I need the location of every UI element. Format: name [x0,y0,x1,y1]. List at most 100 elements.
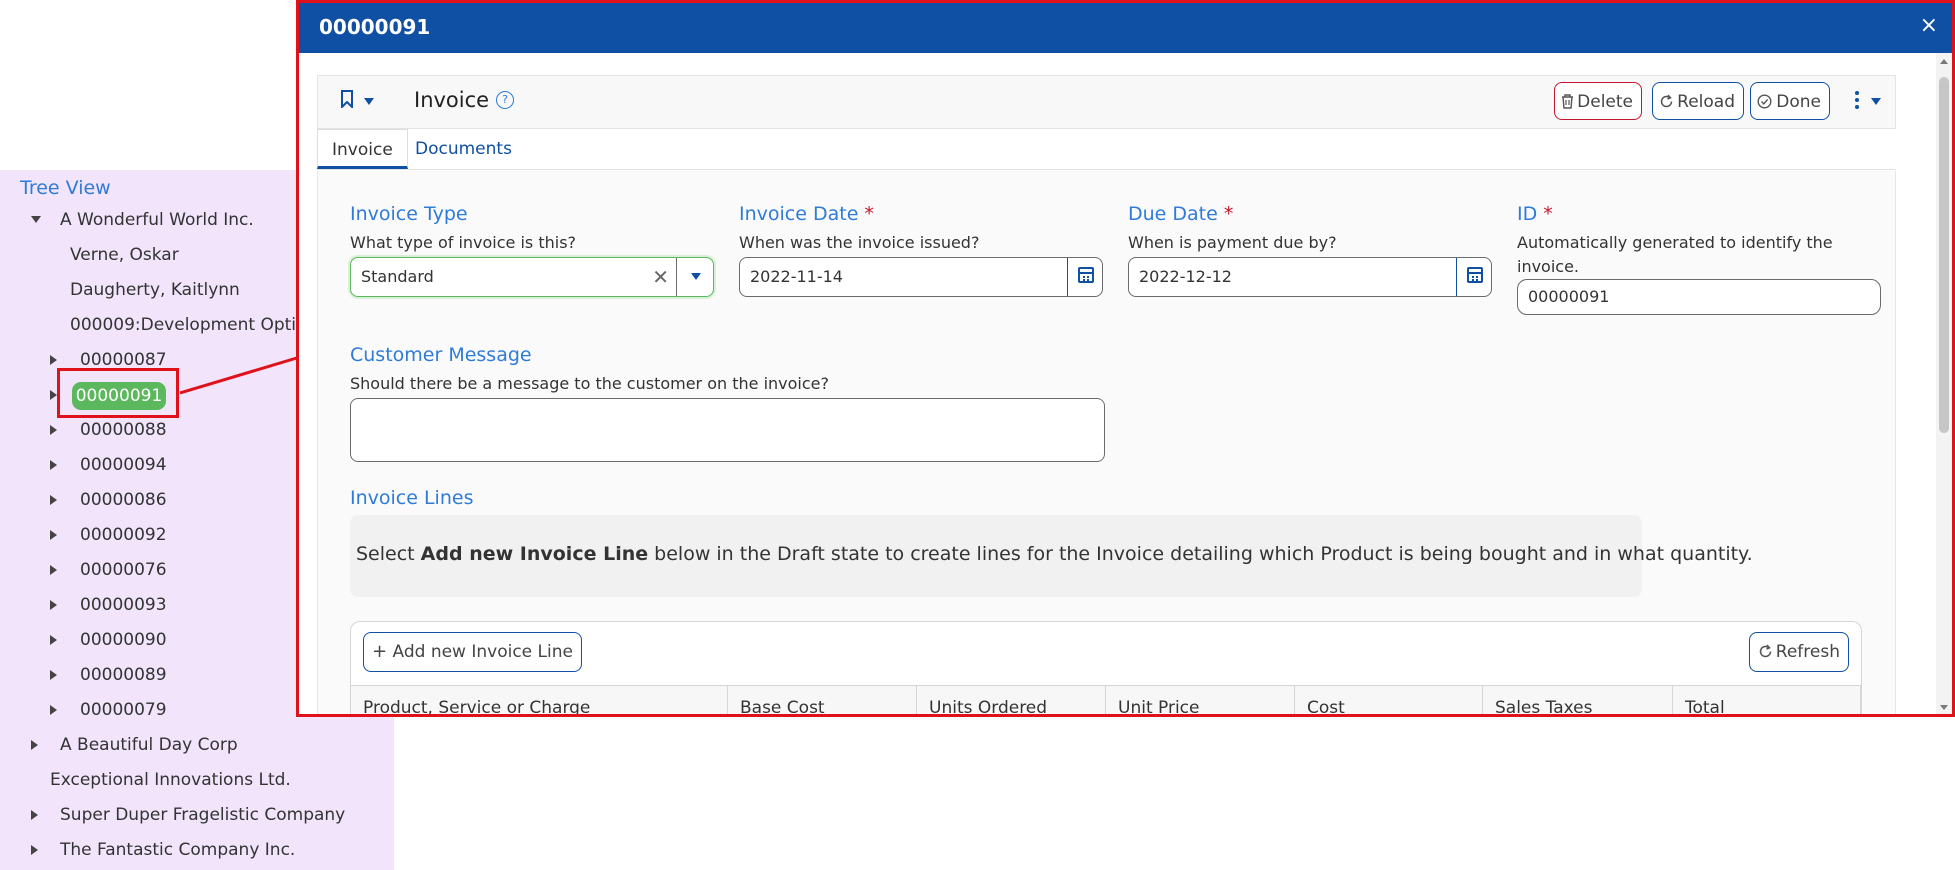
help-icon[interactable]: ? [496,91,514,109]
invoice-lines-info-text: Select Add new Invoice Line below in the… [356,543,1753,565]
due-date-label: Due Date * [1128,203,1233,225]
record-toolbar: Invoice ? Delete Reload Done [317,75,1896,129]
expand-caret-icon[interactable] [50,425,57,435]
scroll-up-icon[interactable] [1940,59,1948,64]
tree-node-company[interactable]: Super Duper Fragelistic Company [60,801,345,829]
reload-icon [1660,94,1673,108]
invoice-form: Invoice Type What type of invoice is thi… [317,171,1896,714]
expand-caret-icon[interactable] [50,600,57,610]
invoice-lines-label: Invoice Lines [350,487,474,509]
invoice-dialog: 00000091 × Invoice ? Delete Reload Done … [296,0,1955,717]
expand-caret-icon[interactable] [50,670,57,680]
bookmark-dropdown-icon[interactable] [364,98,374,105]
dropdown-caret-icon[interactable] [691,273,701,280]
customer-message-label: Customer Message [350,344,532,366]
collapse-caret-icon[interactable] [31,216,41,223]
dialog-body: Invoice ? Delete Reload Done Invoice Doc… [299,53,1936,714]
tree-node-company[interactable]: Exceptional Innovations Ltd. [50,766,291,794]
tree-node-root[interactable]: A Wonderful World Inc. [60,206,254,234]
select-divider [676,258,677,296]
due-date-value: 2022-12-12 [1139,267,1232,286]
expand-caret-icon[interactable] [50,530,57,540]
tree-node-invoice[interactable]: 00000093 [80,591,167,619]
invoice-type-value: Standard [361,267,434,286]
add-invoice-line-label: Add new Invoice Line [392,642,573,662]
clear-icon[interactable]: ✕ [652,258,669,296]
expand-caret-icon[interactable] [50,635,57,645]
info-bold: Add new Invoice Line [420,543,649,565]
customer-message-help: Should there be a message to the custome… [350,374,829,393]
column-header-sales-taxes[interactable]: Sales Taxes [1483,686,1673,714]
invoice-date-input[interactable]: 2022-11-14 [739,257,1103,297]
calendar-divider [1456,258,1457,296]
required-marker: * [1543,203,1553,225]
expand-caret-icon[interactable] [50,495,57,505]
id-label-text: ID [1517,203,1538,225]
expand-caret-icon[interactable] [31,810,38,820]
due-date-help: When is payment due by? [1128,233,1337,252]
more-options-icon[interactable] [1855,91,1859,112]
tab-bar: Invoice Documents [317,129,1896,170]
reload-button[interactable]: Reload [1652,82,1744,120]
dialog-header: 00000091 × [299,3,1952,53]
scrollbar-thumb[interactable] [1939,77,1949,433]
expand-caret-icon[interactable] [50,565,57,575]
tree-node-invoice[interactable]: 00000094 [80,451,167,479]
refresh-button[interactable]: Refresh [1748,632,1849,672]
calendar-icon[interactable] [1078,267,1094,283]
tree-node-invoice[interactable]: 00000079 [80,696,167,724]
info-suffix: below in the Draft state to create lines… [654,543,1753,565]
tree-node-invoice[interactable]: 00000090 [80,626,167,654]
bookmark-icon[interactable] [340,90,354,108]
check-circle-icon [1757,94,1772,109]
add-invoice-line-button[interactable]: + Add new Invoice Line [363,632,582,672]
tree-node-person[interactable]: Verne, Oskar [70,241,179,269]
expand-caret-icon[interactable] [50,355,57,365]
dialog-title: 00000091 [319,15,431,39]
customer-message-textarea[interactable] [350,398,1105,462]
invoice-lines-info: Select Add new Invoice Line below in the… [350,515,1753,597]
close-icon[interactable]: × [1920,13,1938,38]
tree-node-invoice[interactable]: 00000088 [80,416,167,444]
scroll-down-icon[interactable] [1940,705,1948,710]
column-header-total[interactable]: Total [1673,686,1861,714]
tab-documents[interactable]: Documents [401,129,526,169]
delete-button[interactable]: Delete [1554,82,1642,120]
expand-caret-icon[interactable] [50,390,57,400]
id-input[interactable]: 00000091 [1517,279,1881,315]
plus-icon: + [372,641,388,662]
tree-node-invoice[interactable]: 00000089 [80,661,167,689]
tree-view-title: Tree View [20,177,111,199]
expand-caret-icon[interactable] [50,705,57,715]
reload-label: Reload [1677,92,1735,112]
tree-node-invoice[interactable]: 00000086 [80,486,167,514]
info-prefix: Select [356,543,415,565]
column-header-units-ordered[interactable]: Units Ordered [917,686,1106,714]
dialog-scrollbar[interactable] [1936,53,1952,714]
id-help: Automatically generated to identify the … [1517,233,1833,276]
calendar-divider [1067,258,1068,296]
tree-node-invoice[interactable]: 00000076 [80,556,167,584]
tree-node-invoice[interactable]: 00000092 [80,521,167,549]
invoice-date-help: When was the invoice issued? [739,233,980,252]
expand-caret-icon[interactable] [31,845,38,855]
done-button[interactable]: Done [1750,82,1830,120]
due-date-input[interactable]: 2022-12-12 [1128,257,1492,297]
trash-icon [1562,94,1574,109]
invoice-type-select[interactable]: Standard ✕ [350,257,714,297]
expand-caret-icon[interactable] [31,740,38,750]
tree-node-company[interactable]: A Beautiful Day Corp [60,731,238,759]
invoice-type-help: What type of invoice is this? [350,233,577,252]
tab-invoice[interactable]: Invoice [317,129,408,169]
column-header-base-cost[interactable]: Base Cost [728,686,917,714]
calendar-icon[interactable] [1467,267,1483,283]
tree-node-company[interactable]: The Fantastic Company Inc. [60,836,295,864]
column-header-unit-price[interactable]: Unit Price [1106,686,1295,714]
invoice-date-label-text: Invoice Date [739,203,859,225]
record-type-title: Invoice [414,88,490,112]
column-header-cost[interactable]: Cost [1295,686,1483,714]
column-header-product[interactable]: Product, Service or Charge [351,686,728,714]
more-dropdown-icon[interactable] [1871,98,1881,105]
tree-node-person[interactable]: Daugherty, Kaitlynn [70,276,240,304]
expand-caret-icon[interactable] [50,460,57,470]
